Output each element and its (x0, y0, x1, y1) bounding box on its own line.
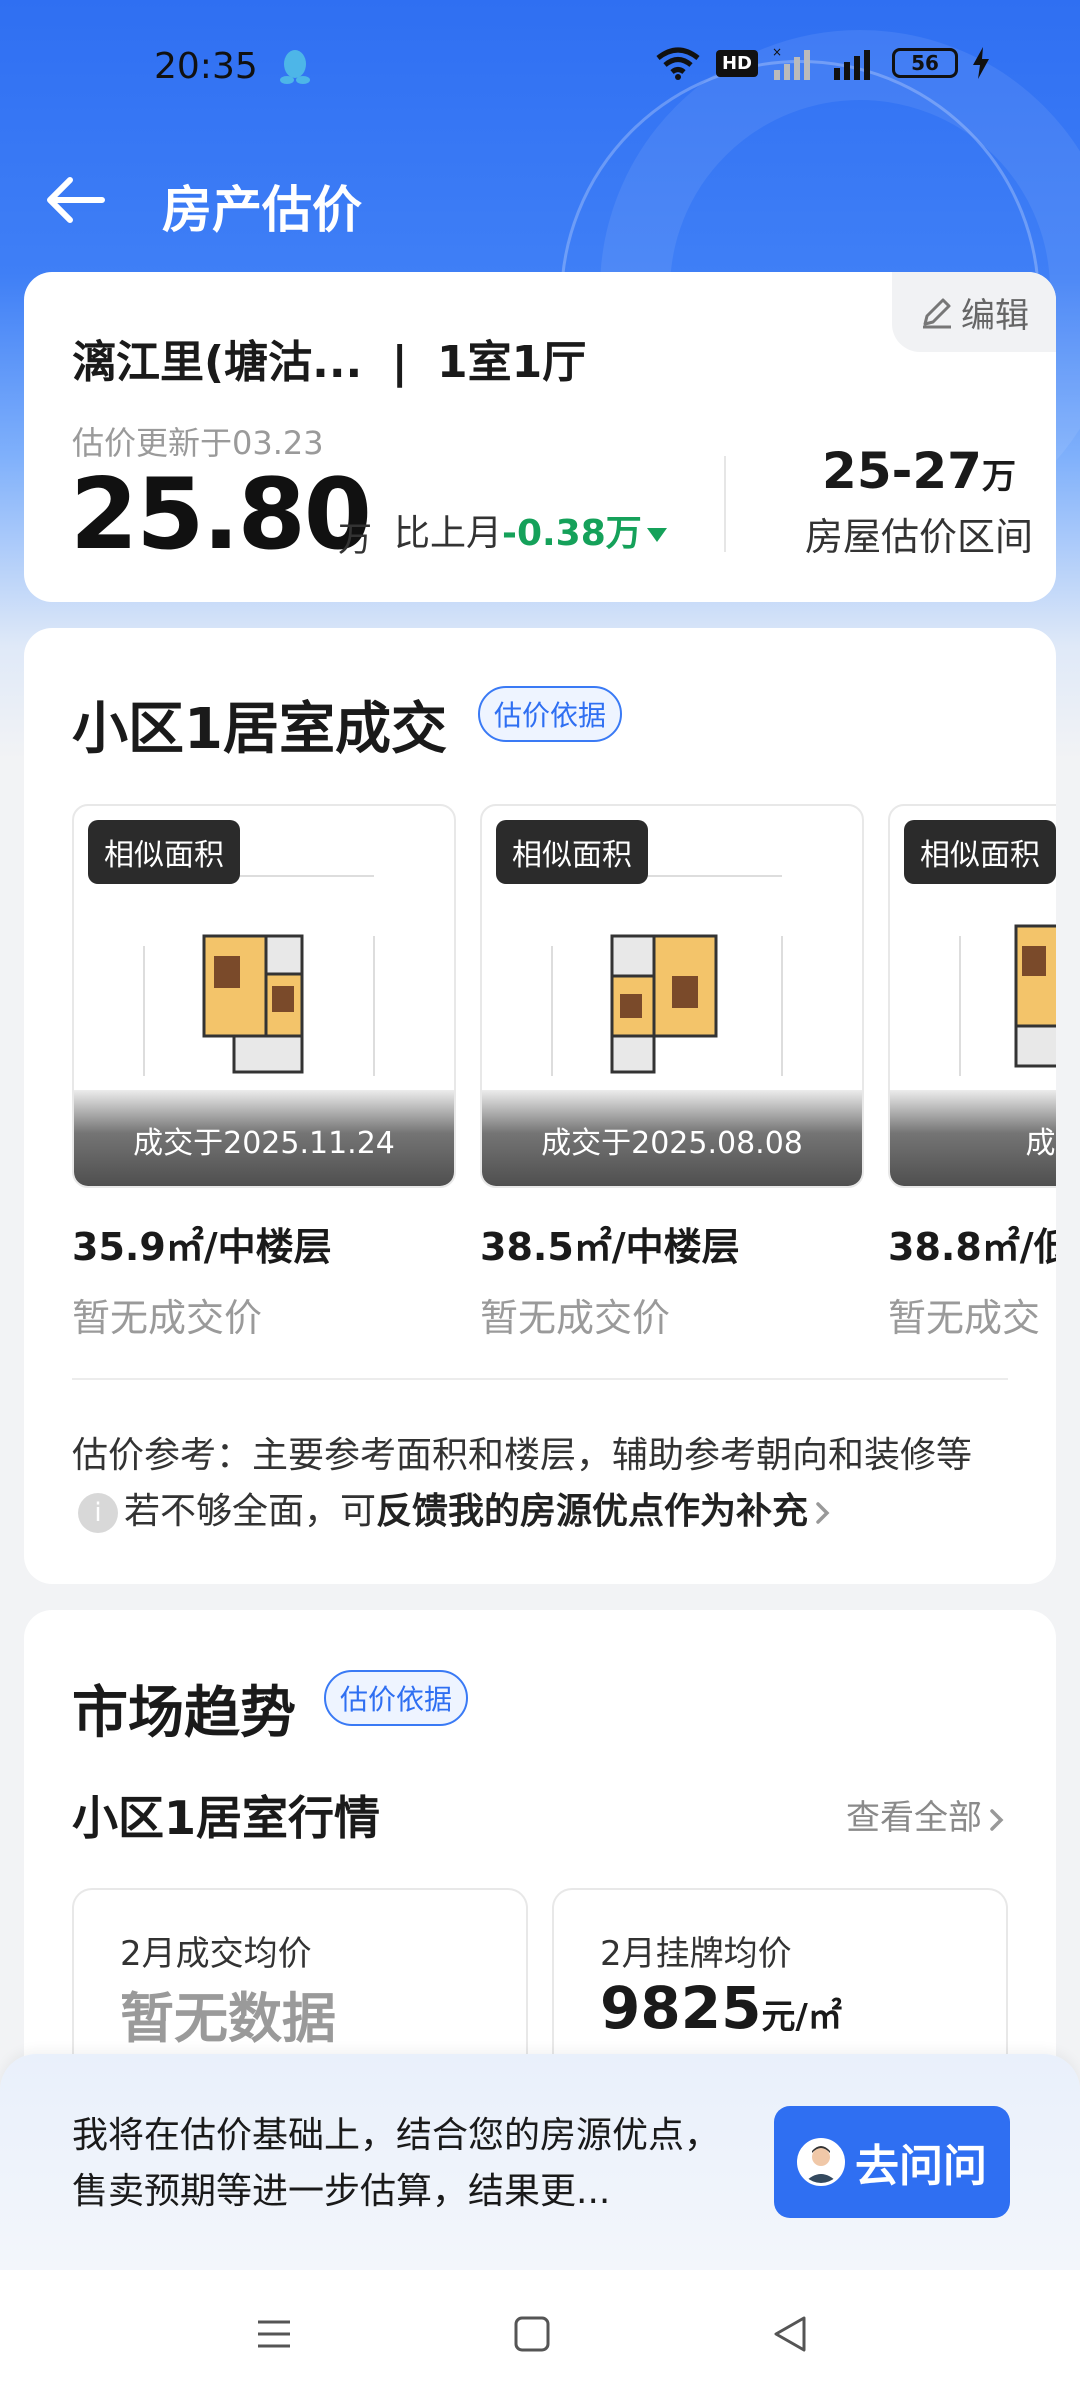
title-separator: | (391, 337, 408, 388)
compare-label: 比上月 (394, 513, 503, 554)
down-triangle-icon (646, 528, 667, 542)
stat-unit: 元/㎡ (761, 1997, 842, 2037)
title-bar: 房产估价 (0, 140, 1080, 260)
transaction-item[interactable]: 相似面积 成交于2025.11.24 35.9㎡/中楼层 暂无成交价 (72, 804, 456, 1342)
charging-icon (973, 47, 989, 79)
view-all-link[interactable]: 查看全部 (846, 1790, 1008, 1839)
basis-tag[interactable]: 估价依据 (324, 1670, 469, 1726)
qq-icon (280, 50, 310, 84)
assistant-message: 我将在估价基础上，结合您的房源优点，售卖预期等进一步估算，结果更... (72, 2115, 721, 2212)
ask-button-label: 去问问 (855, 2141, 987, 2192)
page-title: 房产估价 (162, 181, 362, 239)
battery-icon: 56 (892, 48, 958, 78)
stat-label: 2月挂牌均价 (600, 1934, 792, 1974)
ask-button[interactable]: 去问问 (774, 2106, 1010, 2218)
info-icon[interactable]: i (78, 1493, 118, 1533)
similar-area-badge: 相似面积 (496, 820, 648, 884)
edit-label: 编辑 (961, 295, 1029, 336)
deal-price: 暂无成交价 (72, 1296, 263, 1340)
range-value: 25-27 (822, 442, 982, 500)
property-name: 漓江里(塘沽... (72, 337, 363, 388)
property-title[interactable]: 漓江里(塘沽... | 1室1厅 (72, 326, 586, 390)
avatar (797, 2138, 845, 2186)
back-triangle-icon[interactable] (770, 2314, 810, 2354)
estimate-note: 估价参考：主要参考面积和楼层，辅助参考朝向和装修等 i 若不够全面，可反馈我的房源优… (72, 1428, 1022, 1540)
stat-value-group: 9825元/㎡ (600, 1974, 842, 2042)
status-bar: 20:35 HD × 56 (0, 0, 1080, 140)
similar-area-badge: 相似面积 (88, 820, 240, 884)
hd-icon: HD (715, 49, 758, 77)
deal-date: 成交于2 (1025, 1126, 1056, 1161)
home-square-icon[interactable] (512, 2314, 552, 2354)
floorplan-image: 相似面积 成交于2 (888, 804, 1056, 1188)
market-subtitle: 小区1居室行情 (72, 1791, 381, 1845)
chevron-right-icon (990, 1808, 1004, 1831)
range-label: 房屋估价区间 (804, 515, 1033, 559)
deal-price: 暂无成交 (888, 1296, 1041, 1340)
compare-delta: -0.38万 (502, 513, 642, 554)
svg-text:×: × (772, 46, 782, 59)
stat-value: 9825 (600, 1974, 762, 2042)
signal-4g-icon (834, 50, 870, 80)
deal-date: 成交于2025.08.08 (541, 1126, 803, 1161)
estimate-card: 编辑 漓江里(塘沽... | 1室1厅 估价更新于03.23 25.80 万 比… (24, 272, 1056, 602)
back-arrow-icon[interactable] (40, 170, 110, 230)
area-floor: 35.9㎡/中楼层 (72, 1225, 332, 1269)
floorplan-image: 相似面积 成交于2025.11.24 (72, 804, 456, 1188)
property-layout: 1室1厅 (437, 337, 587, 388)
transactions-title: 小区1居室成交 (72, 697, 447, 762)
view-all-label: 查看全部 (846, 1798, 982, 1838)
transaction-item[interactable]: 相似面积 成交于2 38.8㎡/低 暂无成交 (888, 804, 1056, 1342)
assistant-panel: 我将在估价基础上，结合您的房源优点，售卖预期等进一步估算，结果更... 去问问 (0, 2054, 1080, 2270)
estimated-price: 25.80 (70, 458, 372, 572)
market-title: 市场趋势 (72, 1681, 296, 1746)
area-floor: 38.5㎡/中楼层 (480, 1225, 740, 1269)
similar-area-badge: 相似面积 (904, 820, 1056, 884)
transactions-card: 小区1居室成交 估价依据 相似面积 成交于2025.11.24 35.9㎡/中楼… (24, 628, 1056, 1584)
month-compare: 比上月-0.38万 (394, 504, 670, 556)
agent-avatar-icon (804, 2146, 838, 2183)
price-range: 25-27万 (804, 442, 1034, 500)
section-divider (72, 1378, 1008, 1380)
transaction-list[interactable]: 相似面积 成交于2025.11.24 35.9㎡/中楼层 暂无成交价 相似面积 … (72, 804, 1056, 1340)
note-text: 估价参考：主要参考面积和楼层，辅助参考朝向和装修等 (72, 1435, 973, 1476)
edit-button[interactable]: 编辑 (892, 272, 1056, 352)
range-unit: 万 (981, 457, 1016, 497)
deal-price: 暂无成交价 (480, 1296, 671, 1340)
transaction-item[interactable]: 相似面积 成交于2025.08.08 38.5㎡/中楼层 暂无成交价 (480, 804, 864, 1342)
deal-date: 成交于2025.11.24 (133, 1126, 395, 1161)
area-floor: 38.8㎡/低 (888, 1225, 1056, 1269)
menu-icon[interactable] (254, 2314, 294, 2354)
price-unit: 万 (338, 520, 372, 560)
signal-icon: × (772, 46, 810, 80)
feedback-link[interactable]: 反馈我的房源优点作为补充 (376, 1491, 808, 1532)
note-mid: 若不够全面，可 (124, 1491, 377, 1532)
pencil-icon (923, 298, 951, 329)
vertical-divider (724, 456, 726, 552)
status-time: 20:35 (154, 46, 258, 87)
system-nav-bar (0, 2270, 1080, 2400)
chevron-right-icon[interactable] (812, 1498, 834, 1528)
stat-value: 暂无数据 (120, 1987, 336, 2050)
basis-tag[interactable]: 估价依据 (478, 686, 623, 742)
stat-label: 2月成交均价 (120, 1934, 312, 1974)
floorplan-image: 相似面积 成交于2025.08.08 (480, 804, 864, 1188)
wifi-icon (656, 47, 700, 80)
